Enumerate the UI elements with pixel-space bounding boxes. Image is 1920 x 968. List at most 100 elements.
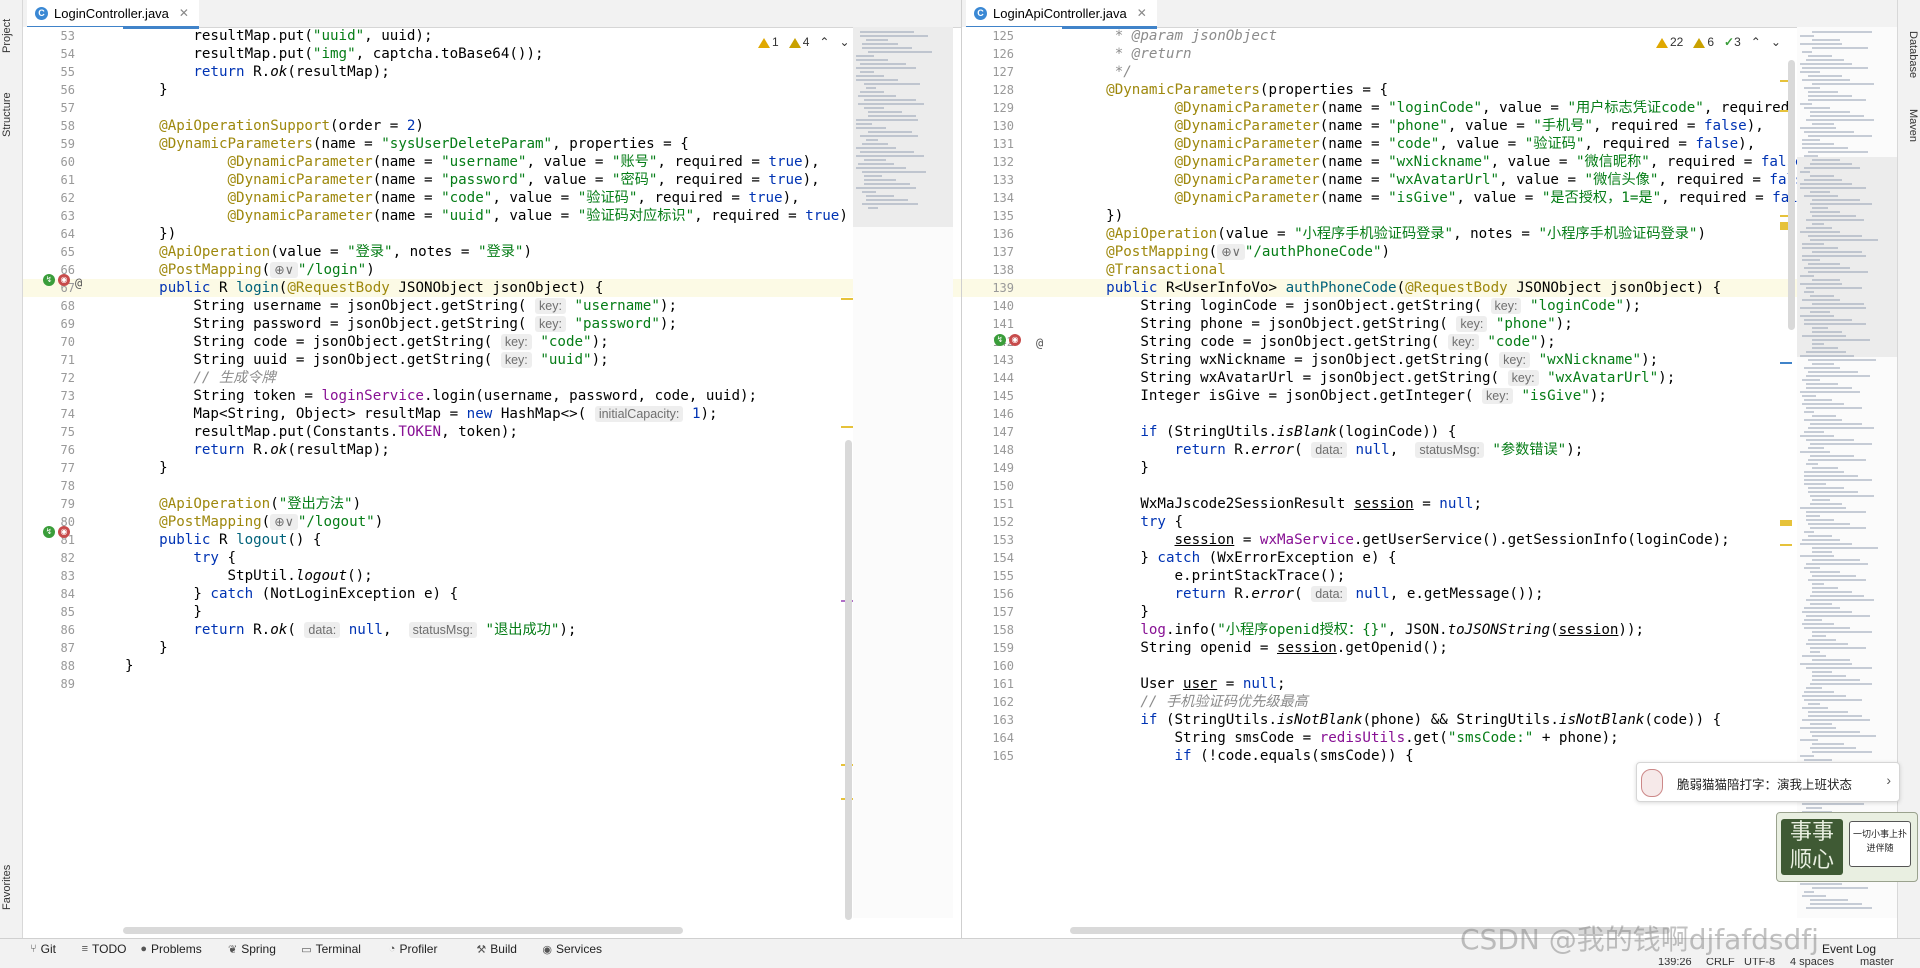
code-line[interactable]: 56 }	[23, 81, 961, 99]
line-number[interactable]: 147	[962, 423, 1014, 441]
code-line[interactable]: 150	[962, 477, 1897, 495]
line-number[interactable]: 157	[962, 603, 1014, 621]
line-number[interactable]: 159	[962, 639, 1014, 657]
line-number[interactable]: 69	[23, 315, 75, 333]
line-number[interactable]: 155	[962, 567, 1014, 585]
line-number[interactable]: 133	[962, 171, 1014, 189]
code-line[interactable]: 154 } catch (WxErrorException e) {	[962, 549, 1897, 567]
line-number[interactable]: 86	[23, 621, 75, 639]
tool-spring[interactable]: ❦ Spring	[228, 942, 276, 956]
code-line[interactable]: 72 // 生成令牌	[23, 369, 961, 387]
line-number[interactable]: 62	[23, 189, 75, 207]
line-number[interactable]: 142	[962, 333, 1014, 351]
close-icon[interactable]: ✕	[179, 6, 189, 20]
line-number[interactable]: 77	[23, 459, 75, 477]
code-line[interactable]: 84 } catch (NotLoginException e) {	[23, 585, 961, 603]
line-number[interactable]: 83	[23, 567, 75, 585]
line-number[interactable]: 53	[23, 27, 75, 45]
tool-profiler[interactable]: ◔ Profiler	[389, 942, 438, 956]
line-number[interactable]: 79	[23, 495, 75, 513]
right-vertical-scrollbar[interactable]	[1788, 60, 1795, 330]
line-number[interactable]: 63	[23, 207, 75, 225]
line-number[interactable]: 71	[23, 351, 75, 369]
line-number[interactable]: 89	[23, 675, 75, 693]
code-line[interactable]: 80 @PostMapping(⊕∨ "/logout")	[23, 513, 961, 531]
line-number[interactable]: 87	[23, 639, 75, 657]
structure-tool-button[interactable]: Structure	[1, 80, 21, 150]
line-number[interactable]: 152	[962, 513, 1014, 531]
code-line[interactable]: 136 @ApiOperation(value = "小程序手机验证码登录", …	[962, 225, 1897, 243]
tool-terminal[interactable]: ▭ Terminal	[301, 942, 361, 956]
line-number[interactable]: 65	[23, 243, 75, 261]
line-number[interactable]: 70	[23, 333, 75, 351]
code-line[interactable]: 131 @DynamicParameter(name = "code", val…	[962, 135, 1897, 153]
prev-highlight-icon[interactable]: ⌃	[819, 35, 829, 49]
mapping-icon[interactable]: ◉	[58, 526, 70, 538]
line-number[interactable]: 149	[962, 459, 1014, 477]
line-number[interactable]: 72	[23, 369, 75, 387]
tab-login-controller[interactable]: C LoginController.java ✕	[27, 0, 199, 29]
ok-count[interactable]: ✓3	[1724, 35, 1741, 49]
line-number[interactable]: 64	[23, 225, 75, 243]
code-line[interactable]: 157 }	[962, 603, 1897, 621]
line-number[interactable]: 85	[23, 603, 75, 621]
code-line[interactable]: 147 if (StringUtils.isBlank(loginCode)) …	[962, 423, 1897, 441]
left-horizontal-scrollbar[interactable]	[123, 927, 683, 934]
event-log-button[interactable]: Event Log	[1822, 942, 1876, 956]
line-number[interactable]: 153	[962, 531, 1014, 549]
code-line[interactable]: 137 @PostMapping(⊕∨ "/authPhoneCode")	[962, 243, 1897, 261]
line-number[interactable]: 136	[962, 225, 1014, 243]
code-line[interactable]: 158 log.info("小程序openid授权：{}", JSON.toJS…	[962, 621, 1897, 639]
line-number[interactable]: 151	[962, 495, 1014, 513]
code-line[interactable]: 81 public R logout() {	[23, 531, 961, 549]
code-line[interactable]: 57	[23, 99, 961, 117]
file-encoding[interactable]: UTF-8	[1744, 958, 1775, 968]
tool-todo[interactable]: ≡ TODO	[82, 942, 127, 956]
code-line[interactable]: 75 resultMap.put(Constants.TOKEN, token)…	[23, 423, 961, 441]
line-number[interactable]: 129	[962, 99, 1014, 117]
code-line[interactable]: 140 String loginCode = jsonObject.getStr…	[962, 297, 1897, 315]
code-line[interactable]: 73 String token = loginService.login(use…	[23, 387, 961, 405]
tool-services[interactable]: ◉ Services	[542, 942, 602, 956]
line-number[interactable]: 150	[962, 477, 1014, 495]
code-line[interactable]: 162 // 手机验证码优先级最高	[962, 693, 1897, 711]
line-separator[interactable]: CRLF	[1706, 958, 1735, 968]
code-line[interactable]: 59 @DynamicParameters(name = "sysUserDel…	[23, 135, 961, 153]
code-line[interactable]: 134 @DynamicParameter(name = "isGive", v…	[962, 189, 1897, 207]
code-line[interactable]: 142 String code = jsonObject.getString( …	[962, 333, 1897, 351]
mapping-icon[interactable]: ◉	[1009, 334, 1021, 346]
code-line[interactable]: 62 @DynamicParameter(name = "code", valu…	[23, 189, 961, 207]
line-number[interactable]: 73	[23, 387, 75, 405]
favorites-tool-button[interactable]: Favorites	[1, 850, 21, 925]
code-line[interactable]: 69 String password = jsonObject.getStrin…	[23, 315, 961, 333]
code-line[interactable]: 138 @Transactional	[962, 261, 1897, 279]
project-tool-button[interactable]: Project	[1, 6, 21, 66]
mapping-icon[interactable]: ◉	[58, 274, 70, 286]
line-number[interactable]: 130	[962, 117, 1014, 135]
warning-marker[interactable]	[1780, 544, 1792, 546]
line-number[interactable]: 125	[962, 27, 1014, 45]
caret-marker[interactable]	[1780, 362, 1792, 364]
right-inspection-widget[interactable]: 22 6 ✓3 ⌃ ⌄	[1656, 35, 1781, 49]
close-icon[interactable]: ✕	[1137, 6, 1147, 20]
line-number[interactable]: 68	[23, 297, 75, 315]
prev-highlight-icon[interactable]: ⌃	[1751, 35, 1761, 49]
code-line[interactable]: 163 if (StringUtils.isNotBlank(phone) &&…	[962, 711, 1897, 729]
line-number[interactable]: 154	[962, 549, 1014, 567]
line-number[interactable]: 156	[962, 585, 1014, 603]
code-line[interactable]: 146	[962, 405, 1897, 423]
line-number[interactable]: 160	[962, 657, 1014, 675]
code-line[interactable]: 133 @DynamicParameter(name = "wxAvatarUr…	[962, 171, 1897, 189]
next-highlight-icon[interactable]: ⌄	[839, 35, 849, 49]
line-number[interactable]: 144	[962, 369, 1014, 387]
line-number[interactable]: 56	[23, 81, 75, 99]
line-number[interactable]: 138	[962, 261, 1014, 279]
weak-warning-count[interactable]: 4	[788, 35, 809, 49]
warning-count[interactable]: 1	[758, 35, 779, 49]
code-line[interactable]: 71 String uuid = jsonObject.getString( k…	[23, 351, 961, 369]
line-number[interactable]: 74	[23, 405, 75, 423]
spring-bean-icon[interactable]: ↯	[43, 526, 55, 538]
line-number[interactable]: 134	[962, 189, 1014, 207]
code-line[interactable]: 155 e.printStackTrace();	[962, 567, 1897, 585]
weak-warning-count[interactable]: 6	[1693, 35, 1714, 49]
